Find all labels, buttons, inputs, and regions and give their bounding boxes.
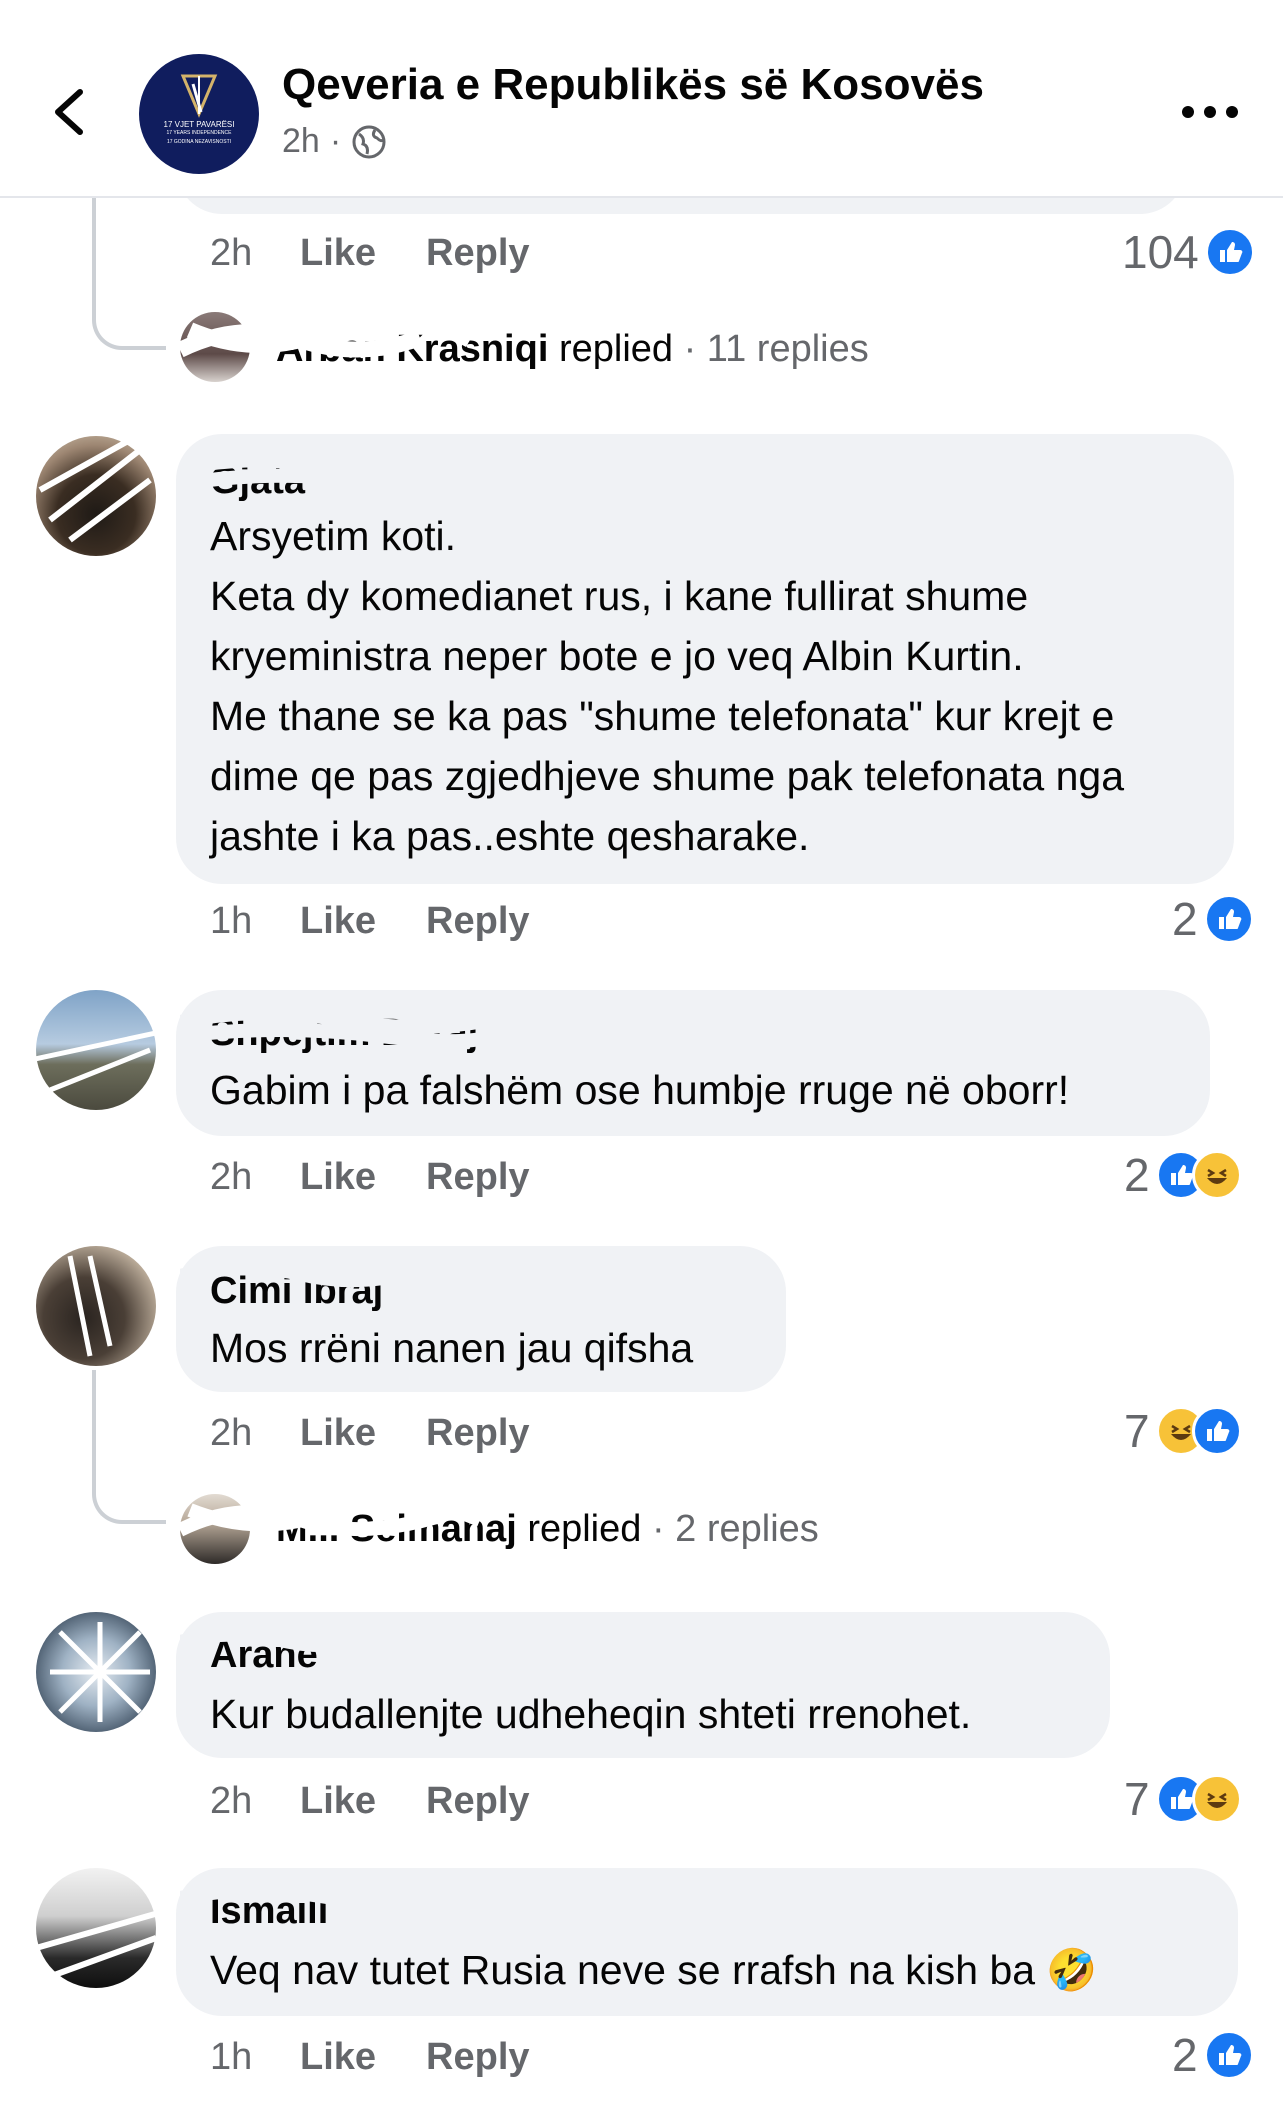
redaction-scribble: [36, 1905, 176, 1981]
comment-actions: 2h Like Reply: [210, 1412, 580, 1455]
comment-actions: 2h Like Reply: [210, 1780, 580, 1823]
reaction-count: 2: [1172, 2029, 1198, 2081]
comment-actions: 1h Like Reply: [210, 900, 580, 943]
post-header: 17 VJET PAVARËSI 17 YEARS INDEPENDENCE 1…: [0, 0, 1283, 198]
like-button[interactable]: Like: [300, 232, 376, 275]
reaction-count: 2: [1124, 1149, 1150, 1201]
reaction-summary[interactable]: 104: [1122, 225, 1255, 279]
reaction-count: 2: [1172, 893, 1198, 945]
haha-reaction-icon: [1191, 1774, 1242, 1824]
like-button[interactable]: Like: [300, 1412, 376, 1455]
reaction-summary[interactable]: 2: [1172, 2028, 1254, 2082]
replied-word: replied: [558, 328, 674, 370]
comment-time: 2h: [210, 1156, 253, 1198]
like-reaction-icon: [1204, 227, 1255, 277]
post-time: 2h: [282, 122, 320, 160]
reply-button[interactable]: Reply: [426, 900, 529, 943]
comment-text: Gabim i pa falshëm ose humbje rruge në o…: [210, 1067, 1070, 1113]
like-reaction-icon: [1191, 1406, 1242, 1456]
thread-line: [92, 1370, 166, 1524]
redaction-scribble: [38, 437, 152, 543]
redaction-scribble: [180, 310, 474, 358]
haha-reaction-icon: [1191, 1150, 1242, 1200]
globe-icon: [352, 125, 386, 158]
reaction-summary[interactable]: 7: [1124, 1404, 1242, 1458]
back-arrow-icon[interactable]: [50, 88, 90, 136]
redaction-scribble: [180, 1005, 500, 1049]
page-logo-icon: [180, 74, 218, 118]
thread-line: [92, 196, 166, 350]
comment-actions: 2h Like Reply: [210, 232, 580, 275]
like-button[interactable]: Like: [300, 2036, 376, 2079]
like-button[interactable]: Like: [300, 1156, 376, 1199]
comment-time: 2h: [210, 1780, 253, 1822]
comment-actions: 2h Like Reply: [210, 1156, 580, 1199]
redaction-scribble: [180, 1883, 480, 1909]
reply-button[interactable]: Reply: [426, 232, 529, 275]
reply-count: · 11 replies: [683, 328, 869, 370]
like-reaction-icon: [1203, 894, 1254, 944]
reaction-count: 7: [1124, 1773, 1150, 1825]
reply-button[interactable]: Reply: [426, 1780, 529, 1823]
redaction-scribble: [180, 452, 500, 497]
like-reaction-icon: [1203, 2030, 1254, 2080]
comment-text: Kur budallenjte udheheqin shteti rrenohe…: [210, 1691, 972, 1737]
post-meta: 2h ·: [282, 122, 387, 161]
reaction-summary[interactable]: 2: [1172, 892, 1254, 946]
comment-text: Arsyetim koti. Keta dy komedianet rus, i…: [210, 513, 1125, 859]
redaction-scribble: [180, 1627, 380, 1653]
redaction-scribble: [50, 1622, 150, 1722]
reply-count: · 2 replies: [651, 1508, 819, 1550]
comment-text: Mos rrëni nanen jau qifsha: [210, 1325, 694, 1371]
page-avatar[interactable]: 17 VJET PAVARËSI 17 YEARS INDEPENDENCE 1…: [139, 54, 259, 174]
meta-separator: ·: [329, 122, 342, 160]
comment-actions: 1h Like Reply: [210, 2036, 580, 2079]
reply-button[interactable]: Reply: [426, 1412, 529, 1455]
comment-text: Veq nav tutet Rusia neve se rrafsh na ki…: [210, 1947, 1098, 1993]
comment-time: 2h: [210, 1412, 253, 1454]
reaction-summary[interactable]: 2: [1124, 1148, 1242, 1202]
redaction-scribble: [180, 1493, 483, 1537]
more-icon[interactable]: [1180, 104, 1240, 120]
reply-button[interactable]: Reply: [426, 2036, 529, 2079]
reaction-summary[interactable]: 7: [1124, 1772, 1242, 1826]
comment-time: 1h: [210, 900, 253, 942]
like-button[interactable]: Like: [300, 900, 376, 943]
reaction-count: 104: [1122, 226, 1199, 278]
page-avatar-caption: 17 VJET PAVARËSI 17 YEARS INDEPENDENCE 1…: [163, 120, 235, 145]
like-button[interactable]: Like: [300, 1780, 376, 1823]
page-name[interactable]: Qeveria e Republikës së Kosovës: [282, 60, 984, 110]
redaction-scribble: [30, 1027, 170, 1093]
redaction-scribble: [180, 1260, 420, 1288]
reaction-count: 7: [1124, 1405, 1150, 1457]
reply-button[interactable]: Reply: [426, 1156, 529, 1199]
comment-time: 1h: [210, 2036, 253, 2078]
comment-time: 2h: [210, 232, 253, 274]
redaction-scribble: [67, 1255, 113, 1357]
replied-word: replied: [527, 1508, 642, 1550]
